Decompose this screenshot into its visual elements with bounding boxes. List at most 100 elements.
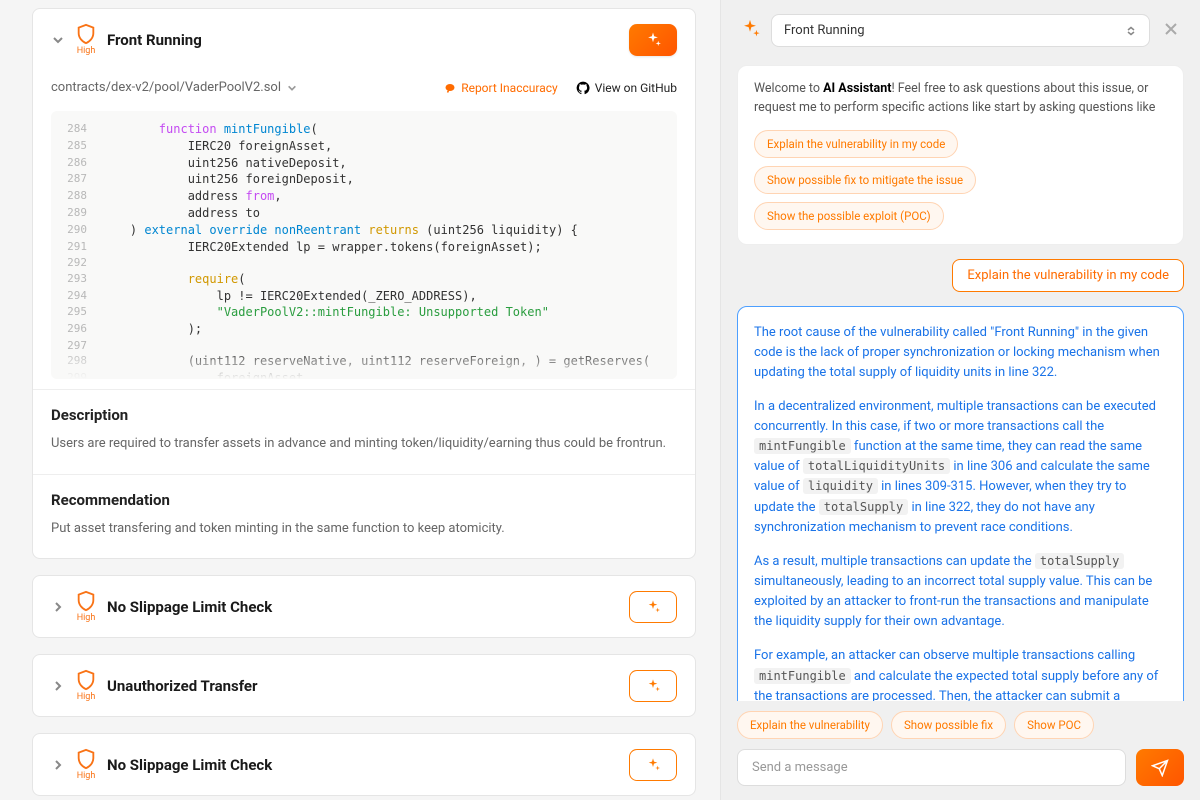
- shield-icon: [75, 23, 97, 45]
- sparkle-icon: [645, 757, 661, 773]
- description-heading: Description: [51, 406, 677, 424]
- severity-badge: High: [75, 669, 97, 702]
- quick-chips: Explain the vulnerability Show possible f…: [737, 711, 1184, 739]
- line-number: 285: [65, 138, 101, 155]
- line-number: 293: [65, 271, 101, 288]
- file-path-dropdown[interactable]: contracts/dex-v2/pool/VaderPoolV2.sol: [51, 80, 297, 95]
- description-body: Users are required to transfer assets in…: [51, 434, 677, 454]
- code-line: 298 (uint112 reserveNative, uint112 rese…: [51, 353, 677, 370]
- sparkle-icon: [645, 599, 661, 615]
- suggestion-chip[interactable]: Explain the vulnerability in my code: [754, 130, 958, 158]
- file-links: Report Inaccuracy View on GitHub: [444, 81, 677, 95]
- ai-assist-button[interactable]: [629, 749, 677, 781]
- description-section: Description Users are required to transf…: [33, 389, 695, 474]
- code-line: 290 ) external override nonReentrant ret…: [51, 222, 677, 239]
- chat-scroll[interactable]: Welcome to AI Assistant! Feel free to as…: [721, 61, 1200, 701]
- context-value: Front Running: [784, 23, 865, 38]
- code-line: 284 function mintFungible(: [51, 121, 677, 138]
- line-number: 291: [65, 239, 101, 256]
- file-path-text: contracts/dex-v2/pool/VaderPoolV2.sol: [51, 80, 281, 95]
- chevron-down-icon: [287, 83, 297, 93]
- suggestion-chip[interactable]: Show possible fix to mitigate the issue: [754, 166, 976, 194]
- welcome-card: Welcome to AI Assistant! Feel free to as…: [737, 65, 1184, 245]
- recommendation-body: Put asset transfering and token minting …: [51, 519, 677, 539]
- line-number: 297: [65, 338, 101, 353]
- issue-title: No Slippage Limit Check: [107, 598, 619, 616]
- issue-card-collapsed[interactable]: High No Slippage Limit Check: [32, 733, 696, 796]
- line-number: 286: [65, 155, 101, 172]
- code-line: 286 uint256 nativeDeposit,: [51, 155, 677, 172]
- code-line: 297: [51, 338, 677, 353]
- recommendation-section: Recommendation Put asset transfering and…: [33, 474, 695, 559]
- input-area: Explain the vulnerability Show possible f…: [721, 701, 1200, 800]
- line-number: 289: [65, 205, 101, 222]
- assistant-panel: Front Running Welcome to AI Assistant! F…: [720, 0, 1200, 800]
- code-line: 296 );: [51, 321, 677, 338]
- close-icon[interactable]: [1160, 17, 1182, 44]
- code-line: 285 IERC20 foreignAsset,: [51, 138, 677, 155]
- code-line: 299 foreignAsset: [51, 370, 677, 379]
- chevron-right-icon[interactable]: [51, 758, 65, 772]
- code-line: 291 IERC20Extended lp = wrapper.tokens(f…: [51, 239, 677, 256]
- line-number: 288: [65, 188, 101, 205]
- context-selector[interactable]: Front Running: [771, 14, 1150, 47]
- line-number: 287: [65, 171, 101, 188]
- line-number: 295: [65, 304, 101, 321]
- shield-icon: [75, 748, 97, 770]
- code-line: 293 require(: [51, 271, 677, 288]
- ai-assist-button[interactable]: [629, 670, 677, 702]
- sparkle-icon: [645, 678, 661, 694]
- issue-card-collapsed[interactable]: High No Slippage Limit Check: [32, 575, 696, 638]
- code-line: 289 address to: [51, 205, 677, 222]
- send-icon: [1151, 759, 1169, 777]
- quick-chip[interactable]: Show POC: [1014, 711, 1094, 739]
- issue-card-collapsed[interactable]: High Unauthorized Transfer: [32, 654, 696, 717]
- chevron-right-icon[interactable]: [51, 679, 65, 693]
- recommendation-heading: Recommendation: [51, 491, 677, 509]
- send-button[interactable]: [1136, 749, 1184, 786]
- issue-title: No Slippage Limit Check: [107, 756, 619, 774]
- assistant-header: Front Running: [721, 0, 1200, 61]
- shield-icon: [75, 590, 97, 612]
- quick-chip[interactable]: Show possible fix: [891, 711, 1006, 739]
- issue-title: Unauthorized Transfer: [107, 677, 619, 695]
- select-chevron-icon: [1125, 25, 1137, 37]
- line-number: 284: [65, 121, 101, 138]
- suggestion-chips: Explain the vulnerability in my code Show…: [754, 130, 1167, 230]
- severity-label: High: [77, 46, 96, 56]
- code-line: 292: [51, 255, 677, 270]
- issue-card-expanded: High Front Running contracts/dex-v2/pool…: [32, 8, 696, 559]
- report-inaccuracy-link[interactable]: Report Inaccuracy: [444, 81, 558, 95]
- issue-header: High Front Running: [33, 9, 695, 70]
- chevron-right-icon[interactable]: [51, 600, 65, 614]
- welcome-text: Welcome to AI Assistant! Feel free to as…: [754, 80, 1167, 118]
- severity-label: High: [77, 613, 96, 623]
- user-message: Explain the vulnerability in my code: [737, 259, 1184, 292]
- quick-chip[interactable]: Explain the vulnerability: [737, 711, 883, 739]
- sparkle-icon: [644, 31, 662, 49]
- suggestion-chip[interactable]: Show the possible exploit (POC): [754, 202, 944, 230]
- github-icon: [576, 81, 590, 95]
- sparkle-icon: [739, 18, 761, 44]
- line-number: 290: [65, 222, 101, 239]
- severity-label: High: [77, 771, 96, 781]
- ai-assist-button[interactable]: [629, 24, 677, 56]
- code-line: 295 "VaderPoolV2::mintFungible: Unsuppor…: [51, 304, 677, 321]
- user-message-text: Explain the vulnerability in my code: [952, 259, 1184, 292]
- shield-icon: [75, 669, 97, 691]
- message-input[interactable]: Send a message: [737, 749, 1126, 786]
- code-line: 287 uint256 foreignDeposit,: [51, 171, 677, 188]
- chevron-down-icon[interactable]: [51, 33, 65, 47]
- code-line: 294 lp != IERC20Extended(_ZERO_ADDRESS),: [51, 288, 677, 305]
- severity-badge: High: [75, 23, 97, 56]
- line-number: 299: [65, 370, 101, 379]
- line-number: 292: [65, 255, 101, 270]
- view-github-link[interactable]: View on GitHub: [576, 81, 677, 95]
- line-number: 298: [65, 353, 101, 370]
- code-viewer[interactable]: 284 function mintFungible(285 IERC20 for…: [51, 111, 677, 379]
- ai-assist-button[interactable]: [629, 591, 677, 623]
- file-subheader: contracts/dex-v2/pool/VaderPoolV2.sol Re…: [33, 70, 695, 101]
- assistant-message: The root cause of the vulnerability call…: [737, 306, 1184, 702]
- issue-title: Front Running: [107, 31, 619, 49]
- issues-panel: High Front Running contracts/dex-v2/pool…: [0, 0, 720, 800]
